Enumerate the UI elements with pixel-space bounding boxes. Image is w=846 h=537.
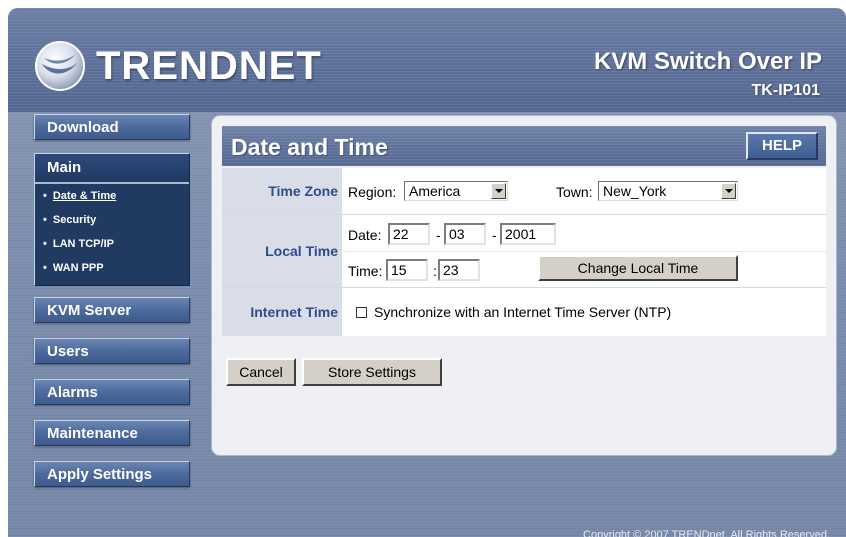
trendnet-logo-icon <box>35 41 85 91</box>
product-model: TK-IP101 <box>751 82 820 99</box>
cancel-button[interactable]: Cancel <box>226 358 296 386</box>
chevron-down-icon <box>721 183 736 199</box>
product-title: KVM Switch Over IP <box>593 48 822 75</box>
local-time-label: Local Time <box>222 215 342 287</box>
app-frame: TRENDNET KVM Switch Over IP TK-IP101 Dow… <box>8 8 846 537</box>
chevron-down-icon <box>491 183 506 199</box>
panel-header: Date and Time HELP <box>222 126 826 166</box>
nav-sub-lan-tcpip[interactable]: • LAN TCP/IP <box>35 232 189 256</box>
hour-input[interactable]: 15 <box>386 259 428 281</box>
time-zone-row: Time Zone Region: America Town: New_York <box>222 168 826 214</box>
nav-sub-wan-ppp[interactable]: • WAN PPP <box>35 256 189 280</box>
year-input[interactable]: 2001 <box>500 223 556 245</box>
nav-kvm-server[interactable]: KVM Server <box>34 297 190 323</box>
ntp-checkbox[interactable] <box>356 307 367 318</box>
change-local-time-button[interactable]: Change Local Time <box>538 255 738 281</box>
help-button[interactable]: HELP <box>746 132 818 160</box>
nav-main-group: Main • Date & Time • Security • LAN TCP/IP … <box>34 153 190 286</box>
nav-sub-security[interactable]: • Security <box>35 208 189 232</box>
town-select[interactable]: New_York <box>598 181 738 201</box>
logo-text: TRENDNET <box>96 43 322 88</box>
internet-time-label: Internet Time <box>222 288 342 336</box>
local-time-row: Local Time Date: 22 - 03 - 2001 Time: 15… <box>222 215 826 287</box>
store-settings-button[interactable]: Store Settings <box>302 358 442 386</box>
nav-alarms[interactable]: Alarms <box>34 379 190 405</box>
nav-maintenance[interactable]: Maintenance <box>34 420 190 446</box>
date-time-panel: Date and Time HELP Time Zone Region: Ame… <box>212 116 836 455</box>
internet-time-row: Internet Time Synchronize with an Intern… <box>222 288 826 336</box>
nav-sub-label: Date & Time <box>52 190 117 202</box>
region-select[interactable]: America <box>404 181 508 201</box>
nav-users[interactable]: Users <box>34 338 190 364</box>
nav-sub-label: WAN PPP <box>52 262 104 274</box>
nav-sub-label: Security <box>52 214 97 226</box>
date-label: Date: <box>348 227 382 243</box>
month-input[interactable]: 03 <box>444 223 486 245</box>
time-zone-label: Time Zone <box>222 168 342 214</box>
nav-sub-date-time[interactable]: • Date & Time <box>35 184 189 208</box>
time-label: Time: <box>348 263 383 279</box>
region-value: America <box>409 183 461 199</box>
nav-apply-settings[interactable]: Apply Settings <box>34 461 190 487</box>
nav-sub-label: LAN TCP/IP <box>52 238 114 250</box>
logo: TRENDNET <box>34 36 322 96</box>
page-title: Date and Time <box>231 134 388 160</box>
nav-download[interactable]: Download <box>34 114 190 140</box>
minute-input[interactable]: 23 <box>438 259 480 281</box>
ntp-checkbox-label: Synchronize with an Internet Time Server… <box>374 304 672 320</box>
header: TRENDNET KVM Switch Over IP TK-IP101 <box>8 8 846 112</box>
region-label: Region: <box>348 184 397 200</box>
day-input[interactable]: 22 <box>388 223 430 245</box>
town-value: New_York <box>603 183 667 199</box>
copyright: Copyright © 2007 TRENDnet. All Rights Re… <box>583 529 830 537</box>
nav-main[interactable]: Main <box>35 154 189 184</box>
town-label: Town: <box>556 184 593 200</box>
